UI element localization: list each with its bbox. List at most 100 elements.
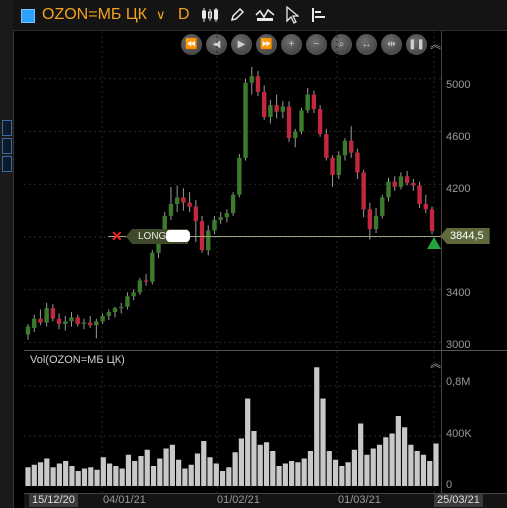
volume-bar [232, 452, 238, 486]
volume-bar [75, 471, 81, 486]
candle-body [280, 106, 286, 112]
left-panel-edge [0, 0, 14, 508]
candle-body [224, 213, 230, 218]
volume-bar [238, 438, 245, 486]
volume-bar [332, 459, 339, 486]
volume-bar [314, 367, 320, 486]
symbol-color-swatch[interactable] [21, 9, 35, 23]
candle-body [44, 308, 49, 323]
volume-bar [44, 458, 50, 486]
candle-body [143, 280, 149, 282]
candle-body [69, 317, 74, 322]
volume-bar [226, 467, 232, 486]
candle-body [268, 105, 273, 117]
edge-marker [2, 156, 12, 172]
candle-body [305, 94, 310, 111]
candle-body [230, 194, 236, 214]
volume-pane-title: Vol(OZON=МБ ЦК) [30, 354, 125, 366]
price-tick-label: 5000 [446, 79, 471, 91]
volume-bar [113, 466, 119, 486]
volume-bar [351, 449, 357, 486]
cursor-icon[interactable] [281, 0, 303, 30]
volume-bar [376, 444, 383, 486]
volume-bar [125, 454, 132, 486]
volume-bar [263, 442, 270, 486]
volume-bar [370, 448, 376, 486]
date-tick-label: 01/03/21 [338, 494, 381, 506]
volume-bar [50, 467, 56, 486]
chart-toolbar: OZON=МБ ЦК ∨ D [13, 0, 507, 31]
symbol-label[interactable]: OZON=МБ ЦК [42, 0, 147, 30]
candle-body [274, 105, 279, 112]
volume-bar [270, 451, 276, 486]
candle-body [349, 140, 354, 153]
volume-bar [107, 463, 113, 486]
price-volume-chart[interactable] [24, 31, 441, 493]
pane-divider[interactable] [24, 350, 507, 351]
candle-body [193, 206, 199, 222]
candle-body [355, 152, 360, 173]
volume-bar [251, 431, 257, 486]
candle-body [150, 252, 155, 282]
volume-bar [358, 423, 364, 486]
price-tick-label: 4200 [446, 183, 471, 195]
volume-bar [194, 453, 201, 486]
last-price-tag: 3844,5 [440, 228, 490, 244]
candle-body [336, 155, 341, 175]
pencil-icon[interactable] [226, 0, 248, 30]
candle-body [429, 209, 435, 232]
candle-body [398, 176, 404, 187]
volume-bar [339, 466, 345, 486]
candle-body [243, 82, 248, 158]
candle-body [311, 94, 317, 110]
date-tick-label: 04/01/21 [103, 494, 146, 506]
candle-body [63, 321, 68, 324]
candle-body [112, 308, 118, 313]
candle-body [119, 306, 124, 309]
volume-bar [150, 466, 157, 486]
candle-body [32, 318, 37, 328]
candle-body [417, 185, 422, 204]
volume-tick-label: 0 [446, 479, 453, 491]
volume-bar [37, 462, 44, 486]
date-tick-label: 01/02/21 [217, 494, 260, 506]
volume-bar [163, 448, 169, 486]
date-tick-label: 15/12/20 [29, 494, 78, 507]
candle-body [411, 182, 416, 186]
volume-bar [383, 437, 389, 486]
candle-body [286, 106, 292, 139]
symbol-dropdown-chevron-icon[interactable]: ∨ [156, 0, 166, 30]
volume-bar [276, 466, 282, 486]
candle-body [50, 308, 56, 319]
period-selector[interactable]: D [178, 0, 190, 30]
indicator-icon[interactable] [254, 0, 276, 30]
volume-bar [207, 457, 213, 486]
bars-icon[interactable] [308, 0, 330, 30]
volume-bar [295, 462, 301, 486]
candle-body [404, 176, 410, 183]
volume-bar [176, 459, 182, 486]
candle-body [174, 197, 180, 204]
date-tick-label: 25/03/21 [434, 494, 483, 507]
candle-body [293, 131, 298, 139]
candle-body [181, 197, 186, 203]
volume-bar [320, 398, 326, 486]
volume-bar [414, 451, 420, 486]
volume-bar [345, 462, 351, 486]
candle-body [330, 157, 335, 175]
volume-bar [63, 461, 69, 486]
volume-bar [100, 457, 106, 486]
volume-bar [25, 467, 31, 486]
candle-body [423, 204, 428, 210]
candle-body [218, 217, 223, 220]
price-axis [441, 31, 507, 493]
volume-bar [433, 443, 439, 486]
candle-body [367, 209, 373, 230]
volume-bar [81, 468, 88, 486]
volume-bar [427, 461, 433, 486]
candles-icon[interactable] [199, 0, 221, 30]
candle-body [168, 204, 174, 216]
cancel-order-icon[interactable]: ✕ [111, 228, 123, 245]
candle-body [373, 215, 379, 230]
volume-bar [219, 471, 226, 486]
